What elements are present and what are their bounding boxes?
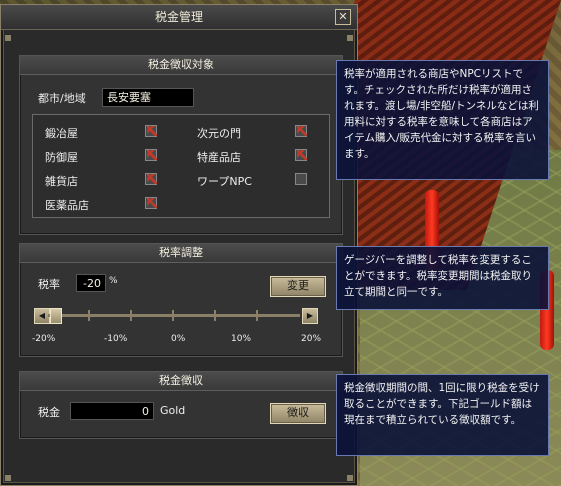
- store-checkbox-general[interactable]: [145, 173, 157, 185]
- store-checkbox-specialty[interactable]: [295, 149, 307, 161]
- collection-target-section: 税金徴収対象 都市/地域 長安要塞 鍛冶屋 次元の門 防御屋 特産品店 雑貨店 …: [19, 55, 343, 235]
- window-titlebar[interactable]: 税金管理 ✕: [1, 5, 357, 30]
- slider-tick: [172, 310, 174, 321]
- store-label: 特産品店: [197, 151, 241, 164]
- tax-unit: Gold: [160, 404, 186, 417]
- slider-tick: [88, 310, 90, 321]
- rate-slider-thumb[interactable]: [50, 308, 62, 324]
- scale-label: 10%: [231, 334, 252, 344]
- store-label: ワープNPC: [197, 175, 252, 188]
- scale-label: -10%: [104, 334, 128, 344]
- tax-amount-field: 0: [70, 402, 154, 420]
- rate-help-tooltip: ゲージバーを調整して税率を変更することができます。税率変更期間は税金取り立て期間…: [336, 246, 549, 310]
- city-field: 長安要塞: [102, 88, 194, 107]
- store-checklist: 鍛冶屋 次元の門 防御屋 特産品店 雑貨店 ワープNPC 医薬品店: [32, 114, 330, 218]
- slider-right-arrow[interactable]: ▶: [302, 308, 318, 324]
- slider-tick: [256, 310, 258, 321]
- collection-section: 税金徴収 税金 0 Gold 徴収: [19, 371, 343, 439]
- target-help-tooltip: 税率が適用される商店やNPCリストです。チェックされた所だけ税率が適用されます。…: [336, 60, 549, 180]
- collect-tax-button[interactable]: 徴収: [270, 403, 326, 424]
- collect-help-tooltip: 税金徴収期間の間、1回に限り税金を受け取ることができます。下記ゴールド額は現在ま…: [336, 374, 549, 456]
- city-label: 都市/地域: [38, 92, 86, 105]
- window-title: 税金管理: [154, 10, 203, 24]
- frame-corner: [347, 475, 353, 481]
- store-label: 雑貨店: [45, 175, 78, 188]
- rate-unit: %: [109, 276, 118, 286]
- store-checkbox-dimension-gate[interactable]: [295, 125, 307, 137]
- rate-adjust-section: 税率調整 税率 -20 % 変更 ◀ ▶ -20% -10% 0% 10% 20…: [19, 243, 343, 357]
- rate-adjust-header: 税率調整: [20, 244, 342, 263]
- store-checkbox-warp-npc[interactable]: [295, 173, 307, 185]
- store-label: 防御屋: [45, 151, 78, 164]
- store-checkbox-armor[interactable]: [145, 149, 157, 161]
- rate-label: 税率: [38, 278, 60, 291]
- store-checkbox-medicine[interactable]: [145, 197, 157, 209]
- frame-corner: [347, 35, 353, 41]
- store-label: 鍛冶屋: [45, 127, 78, 140]
- tax-label: 税金: [38, 406, 60, 419]
- change-rate-button[interactable]: 変更: [270, 276, 326, 297]
- rate-slider-track[interactable]: [48, 310, 300, 321]
- frame-corner: [5, 475, 11, 481]
- rate-input[interactable]: -20: [76, 274, 106, 292]
- scale-label: -20%: [32, 334, 56, 344]
- scale-label: 0%: [171, 334, 186, 344]
- store-label: 次元の門: [197, 127, 241, 140]
- slider-tick: [130, 310, 132, 321]
- collection-target-header: 税金徴収対象: [20, 56, 342, 75]
- slider-tick: [214, 310, 216, 321]
- scale-label: 20%: [301, 334, 322, 344]
- store-checkbox-smithy[interactable]: [145, 125, 157, 137]
- store-label: 医薬品店: [45, 199, 89, 212]
- frame-corner: [5, 35, 11, 41]
- collection-header: 税金徴収: [20, 372, 342, 391]
- close-button[interactable]: ✕: [335, 9, 351, 25]
- tax-management-window: 税金管理 ✕ 税金徴収対象 都市/地域 長安要塞 鍛冶屋 次元の門 防御屋 特産…: [0, 4, 358, 486]
